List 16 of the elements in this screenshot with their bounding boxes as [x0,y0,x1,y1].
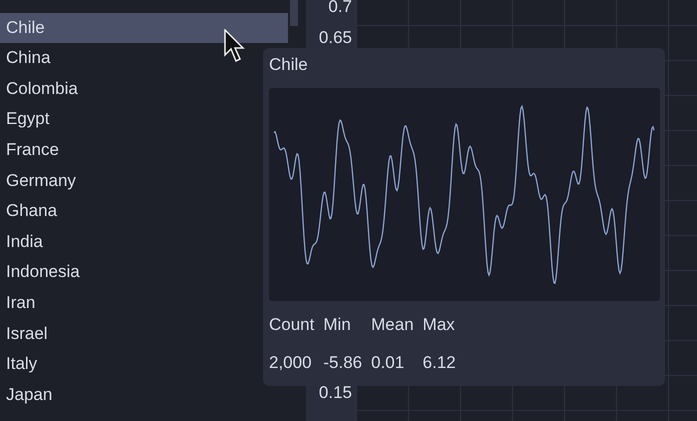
mouse-pointer-icon [224,29,246,63]
axis-label: 0.15 [318,382,352,402]
stat-label: Min [323,315,352,335]
list-item[interactable]: Chile [0,12,288,44]
stat-label: Max [422,315,456,335]
axis-label: 0.65 [318,28,352,48]
stat-value: 0.01 [371,353,406,373]
stat-value: -5.86 [323,353,362,373]
list-item[interactable]: Japan [0,380,288,410]
tooltip-title: Chile [269,54,309,76]
stat-value: 2,000 [269,353,313,373]
scrollbar[interactable] [290,0,298,26]
stat-label: Mean [371,315,414,335]
axis-label: 0.7 [328,0,352,16]
stat-label: Count [269,315,314,335]
stat-value: 6.12 [422,353,456,373]
